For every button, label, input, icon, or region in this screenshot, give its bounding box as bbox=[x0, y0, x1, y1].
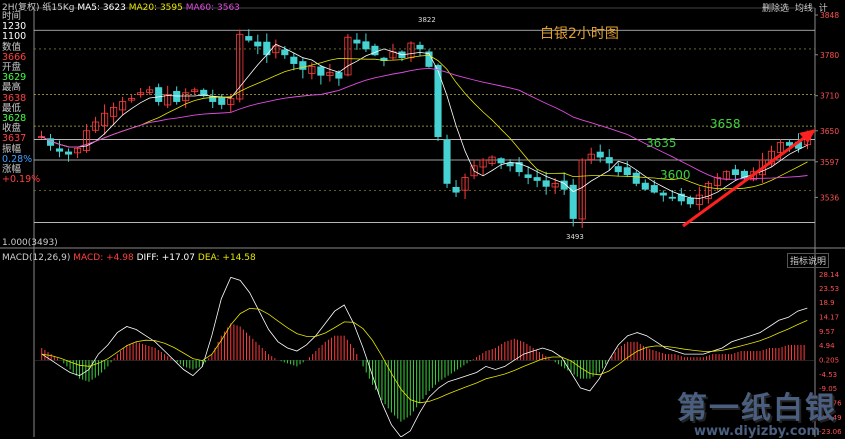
candle-body bbox=[542, 180, 550, 187]
candle-body bbox=[263, 41, 271, 56]
candle-body bbox=[299, 61, 307, 70]
macd-value: MACD: +4.98 bbox=[73, 253, 134, 263]
ma5-legend: MA5: 3623 bbox=[77, 3, 126, 13]
dea-value: DEA: +14.58 bbox=[197, 253, 256, 263]
candle-body bbox=[281, 49, 289, 56]
macd-y-tick: 4.94 bbox=[819, 342, 835, 350]
macd-y-tick: 0.205 bbox=[819, 357, 839, 365]
candle-body bbox=[731, 169, 739, 176]
candle-body bbox=[668, 196, 676, 199]
candle-body bbox=[506, 163, 514, 167]
indicator-help-button[interactable]: 指标说明 bbox=[787, 253, 830, 268]
candle-body bbox=[155, 87, 163, 102]
low-label: 3493 bbox=[566, 233, 584, 241]
trend-arrow-line bbox=[682, 133, 809, 228]
macd-y-tick: -4.53 bbox=[819, 371, 837, 379]
ma60-legend: MA60: 3563 bbox=[185, 3, 240, 13]
candle-body bbox=[245, 36, 253, 41]
candle-body bbox=[650, 185, 658, 193]
kline-y-tick: 3710 bbox=[820, 92, 839, 101]
watermark-logo: 第一纸白银 bbox=[677, 391, 837, 426]
macd-y-tick: 18.9 bbox=[819, 299, 835, 307]
macd-y-tick: 28.14 bbox=[819, 271, 840, 279]
candle-body bbox=[497, 158, 505, 164]
candle-body bbox=[443, 139, 451, 184]
diff-value: DIFF: +17.07 bbox=[136, 253, 196, 263]
kline-y-tick: 3536 bbox=[820, 193, 839, 202]
candle-body bbox=[290, 56, 298, 64]
candle-body bbox=[335, 72, 343, 79]
calc-button[interactable]: 计 bbox=[819, 4, 828, 14]
ma20-line bbox=[41, 54, 808, 190]
candle-body bbox=[416, 44, 424, 50]
candle-body bbox=[605, 157, 613, 164]
candle-body bbox=[218, 97, 226, 105]
candle-body bbox=[524, 174, 532, 178]
candle-body bbox=[353, 39, 361, 44]
candle-body bbox=[254, 41, 262, 47]
candle-body bbox=[64, 151, 73, 155]
macd-y-tick: 23.53 bbox=[819, 285, 839, 293]
chart-stage: 3848 3780 3710 3650 3597 3536 白银2小时图 3658 3635 3… bbox=[0, 0, 845, 439]
header-period: 纸15Kg bbox=[42, 3, 75, 13]
scale-label: 1.000(3493) bbox=[2, 238, 58, 248]
info-panel-item: +0.19% bbox=[2, 174, 41, 186]
candle-body bbox=[55, 148, 64, 152]
level-label-3600: 3600 bbox=[660, 168, 691, 182]
kline-y-tick: 3597 bbox=[820, 158, 839, 167]
candle-body bbox=[632, 172, 640, 184]
watermark: 第一纸白银 www.diyizby.com bbox=[677, 383, 837, 439]
chart-canvas: 384837803710365035973536 白银2小时图365836353… bbox=[0, 7, 845, 437]
candle-body bbox=[686, 197, 694, 205]
chart-header: 2H(复权) 纸15Kg MA5: 3623 MA20: 3595 MA60: … bbox=[2, 0, 240, 13]
macd-header: MACD(12,26,9) MACD: +4.98 DIFF: +17.07 D… bbox=[2, 253, 256, 263]
candle-body bbox=[659, 192, 667, 196]
kline-y-tick: 3780 bbox=[820, 51, 839, 60]
candle-body bbox=[614, 166, 622, 173]
candle-body bbox=[623, 167, 631, 176]
macd-y-tick: 14.17 bbox=[819, 314, 839, 322]
ma20-legend: MA20: 3595 bbox=[128, 3, 183, 13]
candle-body bbox=[317, 66, 325, 76]
level-label-3658: 3658 bbox=[710, 117, 741, 131]
delete-select-button[interactable]: 删除选 bbox=[762, 4, 789, 14]
macd-y-tick: 9.57 bbox=[819, 328, 835, 336]
ma60-line bbox=[41, 67, 808, 180]
chart-title: 白银2小时图 bbox=[540, 26, 619, 42]
candle-body bbox=[173, 90, 181, 102]
candle-body bbox=[641, 182, 649, 190]
candle-body bbox=[452, 187, 460, 193]
header-buttons: 删除选 均线 计 bbox=[762, 1, 828, 14]
candle-body bbox=[362, 41, 370, 50]
candle-body bbox=[785, 142, 794, 146]
macd-name: MACD(12,26,9) bbox=[2, 253, 71, 263]
kline-y-tick: 3650 bbox=[820, 127, 839, 136]
candle-body bbox=[596, 151, 604, 158]
level-label-3635: 3635 bbox=[646, 136, 677, 150]
candle-body bbox=[533, 177, 541, 181]
ma-button[interactable]: 均线 bbox=[795, 4, 813, 14]
high-label: 3822 bbox=[418, 16, 436, 24]
